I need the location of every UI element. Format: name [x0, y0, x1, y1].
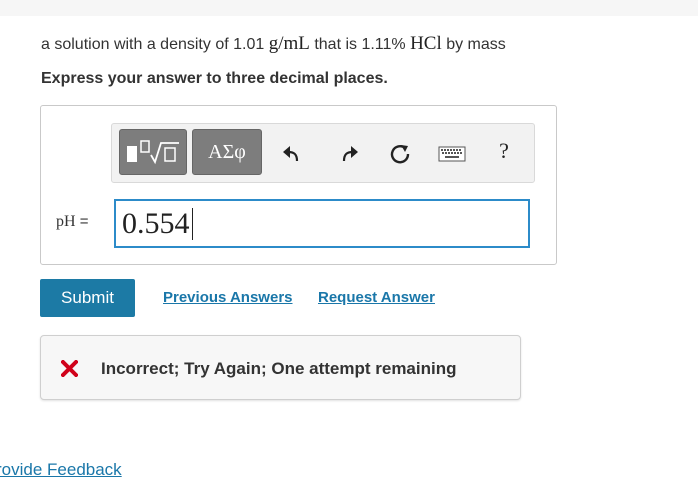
- redo-icon: [342, 146, 358, 162]
- undo-icon: [283, 146, 299, 162]
- text-caret: [191, 207, 193, 240]
- problem-statement: a solution with a density of 1.01 g/mL t…: [41, 33, 506, 55]
- help-icon: ?: [499, 138, 509, 163]
- reset-icon: [390, 145, 410, 164]
- feedback-box: Incorrect; Try Again; One attempt remain…: [40, 335, 521, 400]
- keyboard-icon: [438, 146, 466, 162]
- problem-prefix: a solution with a density of 1.01: [41, 36, 269, 53]
- greek-letters-button[interactable]: ΑΣφ: [192, 129, 262, 175]
- ph-label-text: pH: [56, 213, 76, 230]
- request-answer-link[interactable]: Request Answer: [318, 289, 435, 306]
- x-icon: [61, 360, 78, 377]
- instruction: Express your answer to three decimal pla…: [41, 70, 388, 87]
- redo-button[interactable]: [337, 142, 361, 166]
- problem-middle: that is 1.11%: [309, 36, 411, 53]
- ph-answer-input[interactable]: 0.554: [114, 199, 530, 248]
- density-unit: g/mL: [268, 33, 310, 54]
- answer-label: pH =: [56, 213, 89, 231]
- greek-letters-icon: ΑΣφ: [208, 140, 246, 163]
- equals-sign: =: [75, 213, 89, 230]
- problem-suffix: by mass: [441, 36, 506, 53]
- provide-feedback-link[interactable]: rovide Feedback: [0, 460, 122, 480]
- previous-answers-link[interactable]: Previous Answers: [163, 289, 293, 306]
- feedback-message: Incorrect; Try Again; One attempt remain…: [101, 359, 457, 378]
- help-button[interactable]: ?: [492, 138, 516, 163]
- top-bar: [0, 0, 698, 16]
- compound-formula: HCl: [410, 33, 442, 54]
- keyboard-button[interactable]: [437, 142, 467, 166]
- undo-button[interactable]: [280, 142, 304, 166]
- templates-button[interactable]: [119, 129, 187, 175]
- reset-button[interactable]: [388, 142, 412, 166]
- answer-box: ΑΣφ ? pH = 0.554: [40, 105, 557, 265]
- ph-answer-value: 0.554: [122, 206, 190, 240]
- math-toolbar: ΑΣφ ?: [111, 123, 535, 183]
- templates-icon: [127, 140, 179, 165]
- submit-button[interactable]: Submit: [40, 279, 135, 317]
